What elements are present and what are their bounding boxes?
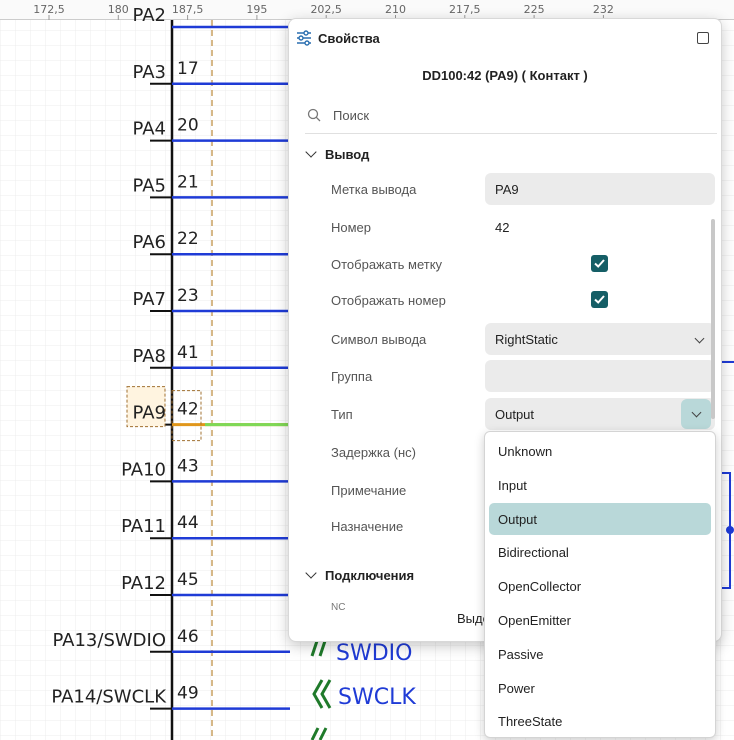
pin-label: PA3	[133, 62, 166, 83]
type-dropdown-menu: Unknown Input Output Bidirectional OpenColle…	[484, 431, 716, 738]
nc-text: NC	[331, 602, 346, 613]
ruler-tick-label: 195	[246, 3, 267, 16]
chevron-down-icon	[305, 146, 317, 158]
pin-symbol-value: RightStatic	[495, 332, 558, 347]
type-option-label: Unknown	[498, 444, 553, 459]
pin-number: 49	[177, 684, 199, 704]
pin-label: PA6	[133, 232, 166, 253]
show-label-checkbox[interactable]	[591, 255, 608, 272]
delay-label: Задержка (нс)	[331, 445, 416, 460]
show-number-label: Отображать номер	[331, 293, 446, 308]
type-option-label: OpenCollector	[498, 579, 582, 595]
purpose-label: Назначение	[331, 519, 404, 534]
type-option-passive[interactable]: Passive	[489, 638, 711, 670]
pin-label: PA11	[121, 516, 166, 537]
pin-label: PA8	[133, 346, 166, 367]
type-option-label: Bidirectional	[498, 545, 569, 561]
number-value[interactable]: 42	[495, 220, 509, 235]
search-input[interactable]	[331, 107, 695, 124]
type-option-label: Power	[498, 680, 535, 696]
pin-label-value: PA9	[495, 182, 519, 197]
pin-label: PA7	[133, 289, 166, 310]
type-label: Тип	[331, 407, 353, 422]
check-icon	[594, 295, 605, 304]
type-option-threestate[interactable]: ThreeState	[489, 705, 711, 737]
pin-symbol-label: Символ вывода	[331, 332, 427, 347]
pin-label: PA4	[133, 119, 166, 140]
sliders-icon	[297, 30, 311, 46]
pin-number: 20	[177, 116, 199, 136]
type-option-output[interactable]: Output	[489, 502, 711, 535]
pin-number: 17	[177, 59, 199, 79]
check-icon	[594, 259, 605, 268]
ruler-tick-label: 180	[108, 3, 129, 16]
junction-dot	[726, 526, 734, 534]
net-label-swdio: SWDIO	[336, 641, 412, 666]
ruler-tick-label: 202,5	[310, 3, 342, 16]
type-option-label: Output	[498, 511, 538, 527]
search-bar[interactable]	[305, 103, 717, 134]
ruler-tick-label: 225	[524, 3, 545, 16]
section-output-label: Вывод	[325, 147, 370, 162]
show-label-label: Отображать метку	[331, 257, 443, 272]
properties-header: Свойства	[289, 19, 721, 59]
pin-label: PA14/SWCLK	[51, 687, 167, 708]
maximize-icon[interactable]	[697, 32, 709, 44]
pin-number: 43	[177, 456, 199, 476]
group-field[interactable]	[485, 360, 715, 392]
section-output[interactable]: Вывод	[305, 146, 370, 162]
type-option-openemitter[interactable]: OpenEmitter	[489, 604, 711, 636]
panel-scrollbar[interactable]	[711, 219, 715, 419]
pin-label: PA12	[121, 573, 166, 594]
type-option-label: OpenEmitter	[498, 613, 571, 628]
pin-number: 23	[177, 286, 199, 306]
search-icon	[307, 108, 321, 122]
pin-label: PA9	[133, 403, 166, 424]
chevron-down-icon	[691, 407, 702, 418]
type-select[interactable]: Output	[485, 398, 715, 430]
note-label: Примечание	[331, 483, 407, 498]
show-number-checkbox[interactable]	[591, 291, 608, 308]
pin-label: PA10	[121, 459, 166, 480]
type-option-input[interactable]: Input	[489, 469, 711, 501]
pin-label: PA5	[133, 175, 166, 196]
pin-number: 42	[177, 400, 199, 420]
ruler-tick-label: 217,5	[449, 3, 481, 16]
group-label: Группа	[331, 369, 373, 384]
chevron-down-icon	[694, 333, 705, 344]
ruler-tick-label: 172,5	[33, 3, 65, 16]
net-label-swclk: SWCLK	[338, 685, 416, 710]
section-connections[interactable]: Подключения	[305, 567, 415, 583]
ruler-tick-label: 187,5	[172, 3, 204, 16]
number-label: Номер	[331, 220, 372, 235]
type-option-bidirectional[interactable]: Bidirectional	[489, 536, 711, 568]
ruler-tick-label: 210	[385, 3, 406, 16]
pin-number: 44	[177, 513, 199, 533]
pin-symbol-select[interactable]: RightStatic	[485, 323, 715, 355]
top-ruler: 172,5 180 187,5 195 202,5 210 217,5 225 232	[0, 0, 734, 20]
type-option-opencollector[interactable]: OpenCollector	[489, 570, 711, 602]
pin-number: 45	[177, 570, 199, 590]
type-option-unknown[interactable]: Unknown	[489, 435, 711, 467]
pin-label: PA2	[133, 5, 166, 26]
type-option-label: ThreeState	[498, 714, 563, 730]
type-option-power[interactable]: Power	[489, 672, 711, 704]
pin-label-label: Метка вывода	[331, 182, 417, 197]
pin-number: 46	[177, 627, 199, 647]
type-option-label: Passive	[498, 646, 544, 662]
panel-title: Свойства	[318, 31, 380, 46]
ruler-tick-label: 232	[593, 3, 614, 16]
type-dropdown-button[interactable]	[681, 399, 711, 429]
selected-object-title: DD100:42 (PA9) ( Контакт )	[422, 68, 588, 83]
pin-number: 22	[177, 229, 199, 249]
type-option-label: Input	[498, 477, 527, 493]
pin-number: 21	[177, 172, 199, 192]
type-value: Output	[495, 407, 535, 422]
chevron-down-icon	[305, 567, 317, 579]
pin-number: 41	[177, 343, 199, 363]
pin-label-field[interactable]: PA9	[485, 173, 715, 205]
section-connections-label: Подключения	[325, 568, 415, 583]
pin-label: PA13/SWDIO	[52, 630, 166, 651]
